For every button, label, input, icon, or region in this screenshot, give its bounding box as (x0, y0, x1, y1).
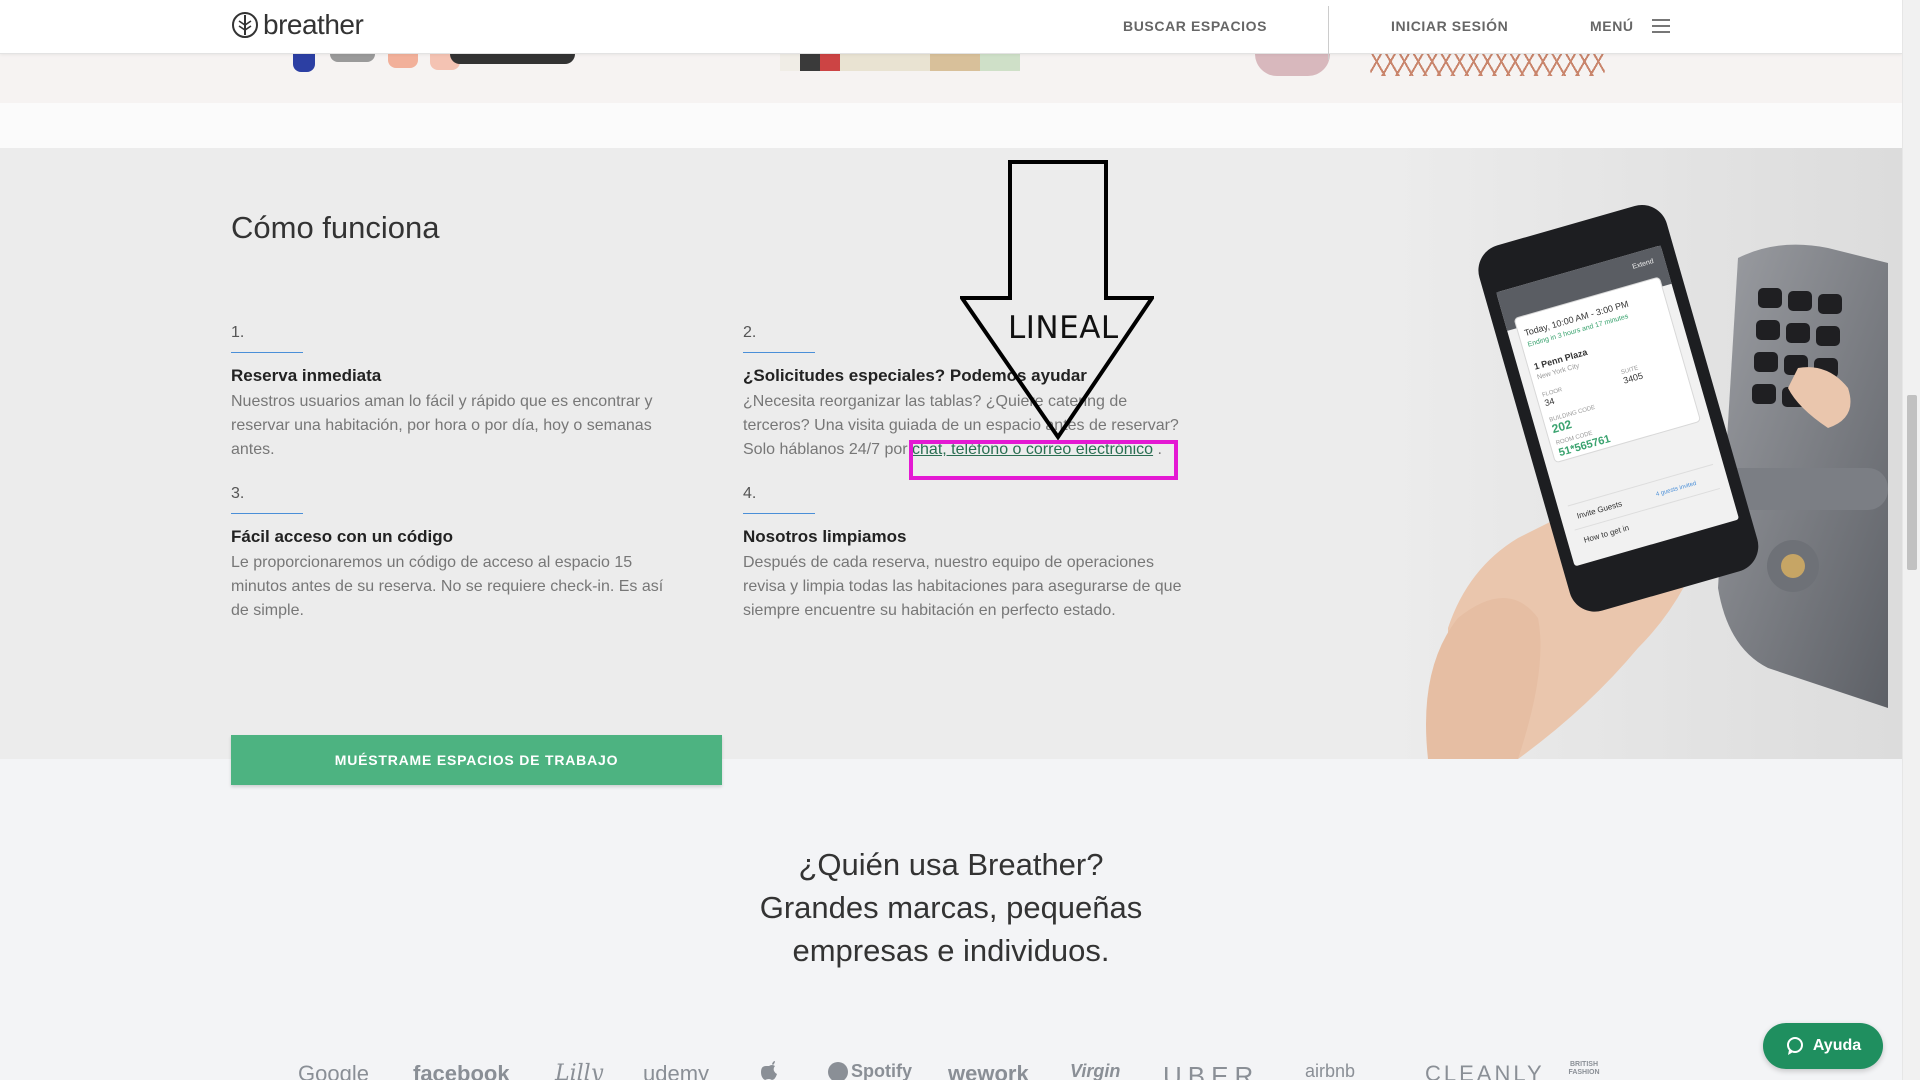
site-header: breather BUSCAR ESPACIOS INICIAR SESIÓN … (0, 0, 1902, 60)
scrollbar-thumb[interactable] (1907, 395, 1917, 570)
chat-bubble-icon (1786, 1037, 1803, 1055)
nav-search-spaces[interactable]: BUSCAR ESPACIOS (1123, 18, 1267, 34)
annotation-highlight-box (909, 440, 1178, 480)
product-tray (450, 54, 575, 64)
brand-spotify-label: Spotify (851, 1061, 912, 1080)
brand-apple-icon (760, 1061, 778, 1080)
spotify-icon (828, 1062, 848, 1080)
who-line-1: ¿Quién usa Breather? (798, 847, 1104, 882)
who-uses-title: ¿Quién usa Breather? Grandes marcas, peq… (0, 843, 1902, 972)
step-number: 1. (231, 324, 245, 341)
who-uses-section: ¿Quién usa Breather? Grandes marcas, peq… (0, 759, 1902, 1080)
step-1: 1. Reserva inmediata Nuestros usuarios a… (231, 324, 681, 462)
help-label: Ayuda (1812, 1037, 1862, 1054)
product-jar (330, 54, 375, 62)
nav-menu[interactable]: MENÚ (1590, 18, 1634, 34)
nav-login[interactable]: INICIAR SESIÓN (1391, 18, 1508, 34)
step-3: 3. Fácil acceso con un código Le proporc… (231, 485, 681, 623)
step-title: Fácil acceso con un código (231, 527, 453, 546)
brand-virgin: Virgin (1070, 1061, 1121, 1080)
step-4: 4. Nosotros limpiamos Después de cada re… (743, 485, 1193, 623)
step-text: Nuestros usuarios aman lo fácil y rápido… (231, 393, 653, 458)
product-bottle (293, 54, 315, 72)
brand-uber: UBER (1163, 1061, 1260, 1080)
brand-logos: Google facebook Lilly udemy Spotify wewo… (290, 1059, 1610, 1080)
annotation-label: LINEAL (1008, 310, 1119, 346)
product-wire-basket (1370, 54, 1605, 76)
brand-facebook: facebook (413, 1061, 510, 1080)
product-bowl (1255, 54, 1330, 76)
step-text: Después de cada reserva, nuestro equipo … (743, 554, 1182, 619)
help-chat-button[interactable]: Ayuda (1763, 1023, 1883, 1069)
step-number: 3. (231, 485, 245, 502)
page-scrollbar[interactable] (1902, 0, 1920, 1080)
step-rule (231, 352, 303, 353)
show-workspaces-button[interactable]: MUÉSTRAME ESPACIOS DE TRABAJO (231, 735, 722, 785)
breather-logo[interactable]: breather (231, 9, 364, 40)
phone-door-lock-photo: Today, 10:00 AM - 3:00 PM Ending in 3 ho… (1388, 148, 1902, 759)
logo-text: breather (263, 9, 364, 40)
step-rule (743, 513, 815, 514)
step-title: Reserva inmediata (231, 366, 382, 385)
brand-lilly: Lilly (555, 1061, 604, 1080)
step-number: 4. (743, 485, 757, 502)
who-line-2: Grandes marcas, pequeñas (759, 890, 1143, 925)
hamburger-menu-icon[interactable] (1652, 19, 1670, 33)
nav-divider (1328, 6, 1329, 60)
step-rule (743, 352, 815, 353)
how-it-works-title: Cómo funciona (231, 210, 440, 245)
annotation-down-arrow-icon (960, 160, 1154, 440)
step-title: Nosotros limpiamos (743, 527, 907, 546)
breather-logo-icon (232, 12, 258, 38)
product-books (780, 54, 1020, 71)
brand-google: Google (298, 1061, 369, 1080)
brand-british-fashion: BRITISH FASHION (1568, 1061, 1600, 1076)
brand-wework: wework (948, 1061, 1029, 1080)
brand-spotify: Spotify (828, 1061, 912, 1080)
who-line-3: empresas e individuos. (792, 933, 1110, 968)
product-photo-band (0, 54, 1902, 103)
step-text: Le proporcionaremos un código de acceso … (231, 554, 664, 619)
step-rule (231, 513, 303, 514)
product-cup (388, 54, 418, 68)
brand-airbnb: airbnb (1305, 1061, 1356, 1080)
section-spacer (0, 103, 1902, 148)
brand-udemy: udemy (643, 1061, 710, 1080)
brand-cleanly: CLEANLY (1425, 1061, 1545, 1080)
